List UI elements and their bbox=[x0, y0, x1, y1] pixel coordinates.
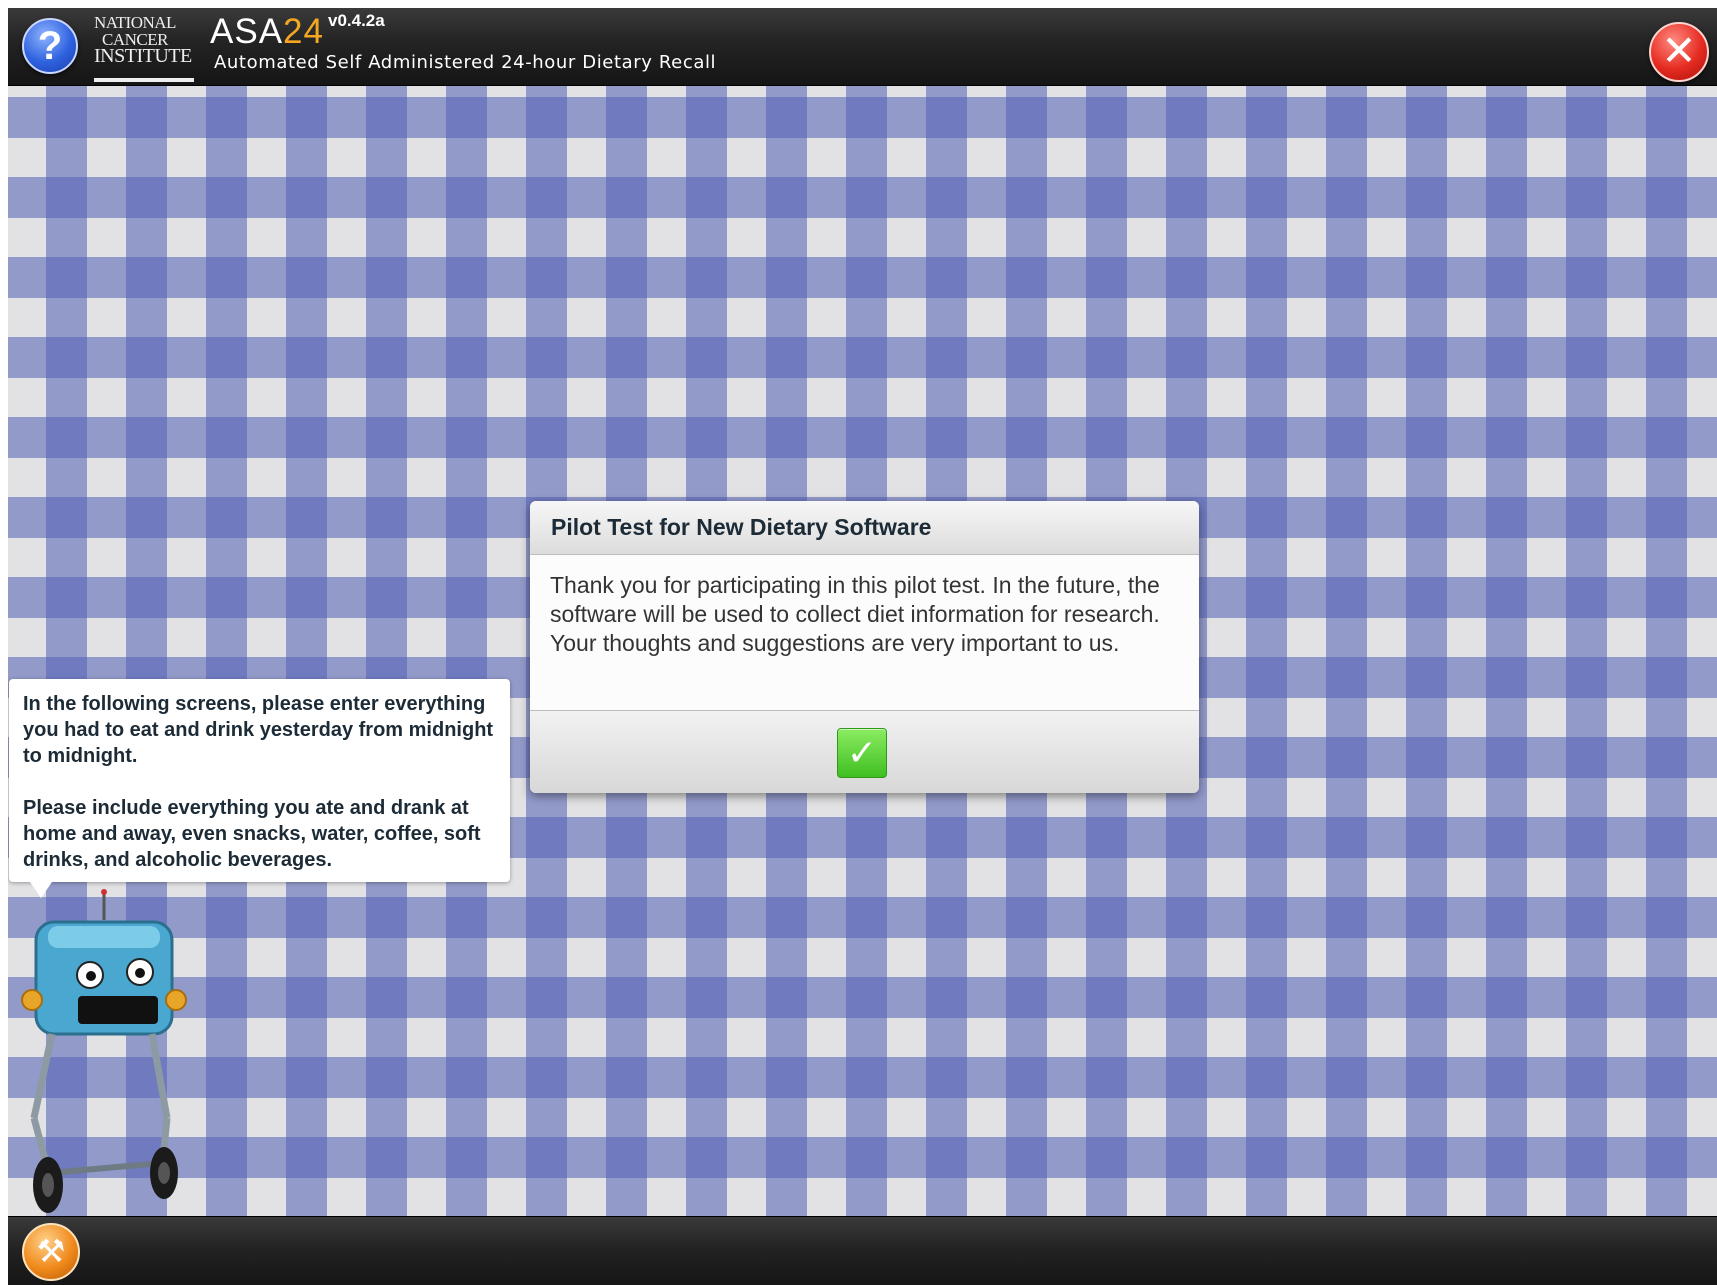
app-name-prefix: ASA bbox=[210, 12, 284, 51]
logo-line-national: NATIONAL bbox=[94, 13, 176, 32]
tools-button[interactable]: ⚒ bbox=[22, 1223, 80, 1281]
guide-instruction-1: In the following screens, please enter e… bbox=[23, 693, 494, 767]
pilot-test-dialog: Pilot Test for New Dietary Software Than… bbox=[530, 501, 1199, 793]
app-name-suffix: 24 bbox=[283, 12, 324, 51]
dialog-message: Thank you for participating in this pilo… bbox=[530, 555, 1199, 710]
checkmark-icon: ✓ bbox=[846, 732, 878, 773]
logo-line-institute: INSTITUTE bbox=[94, 45, 192, 67]
robot-mascot bbox=[21, 889, 187, 1213]
help-button[interactable]: ? bbox=[22, 18, 78, 74]
tools-icon: ⚒ bbox=[36, 1233, 66, 1269]
guide-instruction-2: Please include everything you ate and dr… bbox=[23, 797, 481, 871]
guide-speech-bubble: In the following screens, please enter e… bbox=[9, 679, 510, 882]
close-button[interactable]: ✕ bbox=[1649, 22, 1709, 82]
app-title: ASA24 v0.4.2a bbox=[210, 11, 385, 52]
dialog-title: Pilot Test for New Dietary Software bbox=[530, 501, 1199, 555]
version-label: v0.4.2a bbox=[327, 11, 385, 30]
top-bar: ? NATIONAL CANCER INSTITUTE ASA24 v0.4.2a… bbox=[8, 8, 1717, 86]
close-x-icon: ✕ bbox=[1661, 27, 1697, 74]
nci-logo: NATIONAL CANCER INSTITUTE bbox=[94, 14, 194, 82]
confirm-button[interactable]: ✓ bbox=[837, 728, 887, 778]
app-subtitle: Automated Self Administered 24-hour Diet… bbox=[214, 52, 717, 73]
question-mark-icon: ? bbox=[37, 24, 63, 68]
dialog-footer: ✓ bbox=[530, 710, 1199, 793]
app-window: ? NATIONAL CANCER INSTITUTE ASA24 v0.4.2a… bbox=[8, 8, 1717, 1285]
bottom-bar: ⚒ bbox=[8, 1216, 1717, 1285]
